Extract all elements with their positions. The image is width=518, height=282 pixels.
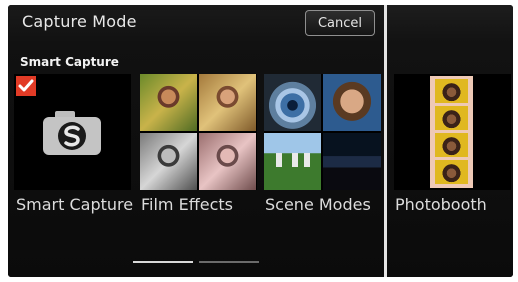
page-title: Capture Mode	[22, 12, 137, 31]
cancel-button[interactable]: Cancel	[305, 10, 375, 36]
mode-label-smart-capture: Smart Capture	[16, 195, 134, 214]
camera-s-icon	[41, 109, 103, 161]
night-thumbnail	[323, 133, 381, 190]
mode-label-scene-modes: Scene Modes	[265, 195, 371, 214]
lens-thumbnail	[264, 74, 321, 131]
portrait-thumbnail	[323, 74, 381, 131]
sports-thumbnail	[264, 133, 321, 190]
capture-mode-screen: Capture Mode Cancel Smart Capture Smart …	[8, 5, 513, 277]
page-dot	[199, 261, 259, 263]
section-label: Smart Capture	[20, 55, 119, 69]
film-thumbnail	[140, 133, 197, 190]
mode-label-photobooth: Photobooth	[395, 195, 487, 214]
film-effects-tile[interactable]	[140, 74, 257, 190]
photo-strip	[430, 76, 473, 188]
main-panel: Capture Mode Cancel Smart Capture Smart …	[8, 5, 384, 277]
page-indicator	[133, 261, 261, 264]
film-thumbnail	[199, 74, 256, 131]
scene-modes-tile[interactable]	[264, 74, 381, 190]
smart-capture-tile[interactable]	[14, 74, 131, 190]
photobooth-tile[interactable]	[394, 74, 511, 190]
check-icon	[16, 76, 36, 96]
film-thumbnail	[140, 74, 197, 131]
mode-label-film-effects: Film Effects	[141, 195, 233, 214]
page-dot-active	[133, 261, 193, 263]
film-thumbnail	[199, 133, 256, 190]
right-panel: Photobooth	[387, 5, 513, 277]
